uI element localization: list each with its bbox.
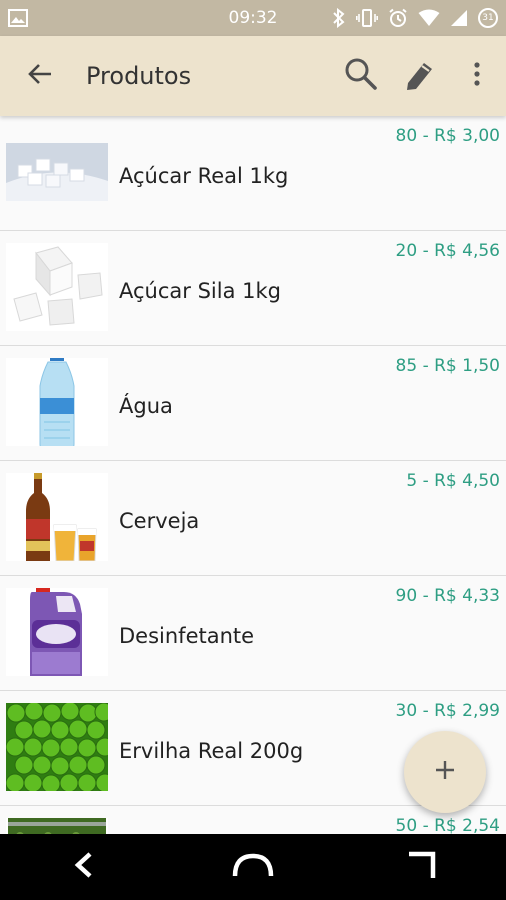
- product-name: Ervilha Real 200g: [119, 739, 304, 763]
- battery-icon: 31: [478, 8, 498, 28]
- status-bar: 09:32 31: [0, 0, 506, 36]
- more-vert-icon: [473, 61, 481, 91]
- list-item[interactable]: Cerveja 5 - R$ 4,50: [0, 461, 506, 576]
- image-icon: [8, 9, 28, 27]
- product-name: Açúcar Real 1kg: [119, 164, 289, 188]
- nav-back-icon: [73, 851, 95, 883]
- product-list: Açúcar Real 1kg 80 - R$ 3,00 Açúcar Sila…: [0, 116, 506, 834]
- product-name: Água: [119, 394, 173, 418]
- edit-button[interactable]: [390, 46, 448, 106]
- product-name: Açúcar Sila 1kg: [119, 279, 281, 303]
- nav-recents-icon: [407, 850, 437, 884]
- back-button[interactable]: [10, 46, 70, 106]
- wifi-icon: [418, 9, 440, 27]
- back-arrow-icon: [27, 62, 53, 90]
- water-bottle-image: [6, 358, 108, 446]
- nav-recents-button[interactable]: [382, 837, 462, 897]
- sugar-cubes-image: [6, 243, 108, 331]
- disinfectant-jug-image: [6, 588, 108, 676]
- nav-back-button[interactable]: [44, 837, 124, 897]
- sugar-cubes-pile-image: [6, 128, 108, 216]
- list-item[interactable]: Açúcar Real 1kg 80 - R$ 3,00: [0, 116, 506, 231]
- page-title: Produtos: [86, 62, 192, 90]
- product-name: Cerveja: [119, 509, 200, 533]
- search-icon: [344, 57, 378, 95]
- more-options-button[interactable]: [448, 46, 506, 106]
- signal-icon: [450, 9, 468, 27]
- product-stock-price: 30 - R$ 2,99: [395, 701, 500, 721]
- edit-icon: [402, 57, 436, 95]
- product-stock-price: 85 - R$ 1,50: [395, 356, 500, 376]
- product-stock-price: 90 - R$ 4,33: [395, 586, 500, 606]
- status-icons: 31: [332, 8, 498, 28]
- beer-bottle-and-glasses-image: [6, 473, 108, 561]
- alarm-icon: [388, 8, 408, 28]
- list-item[interactable]: Desinfetante 90 - R$ 4,33: [0, 576, 506, 691]
- plus-icon: [434, 759, 456, 785]
- product-stock-price: 80 - R$ 3,00: [395, 126, 500, 146]
- app-bar-actions: [332, 46, 506, 106]
- nav-home-button[interactable]: [213, 837, 293, 897]
- green-peas-image: [6, 703, 108, 791]
- nav-home-icon: [231, 852, 275, 882]
- product-name: Desinfetante: [119, 624, 255, 648]
- notification-area: [8, 9, 38, 27]
- list-item[interactable]: Água 85 - R$ 1,50: [0, 346, 506, 461]
- vibrate-icon: [356, 8, 378, 28]
- product-stock-price: 50 - R$ 2,54: [395, 816, 500, 834]
- navigation-bar: [0, 834, 506, 900]
- product-stock-price: 20 - R$ 4,56: [395, 241, 500, 261]
- add-product-button[interactable]: [404, 731, 486, 813]
- app-bar: Produtos: [0, 36, 506, 116]
- list-item[interactable]: Açúcar Sila 1kg 20 - R$ 4,56: [0, 231, 506, 346]
- green-peas-can-image: [6, 818, 108, 834]
- search-button[interactable]: [332, 46, 390, 106]
- bluetooth-icon: [332, 8, 346, 28]
- product-stock-price: 5 - R$ 4,50: [406, 471, 500, 491]
